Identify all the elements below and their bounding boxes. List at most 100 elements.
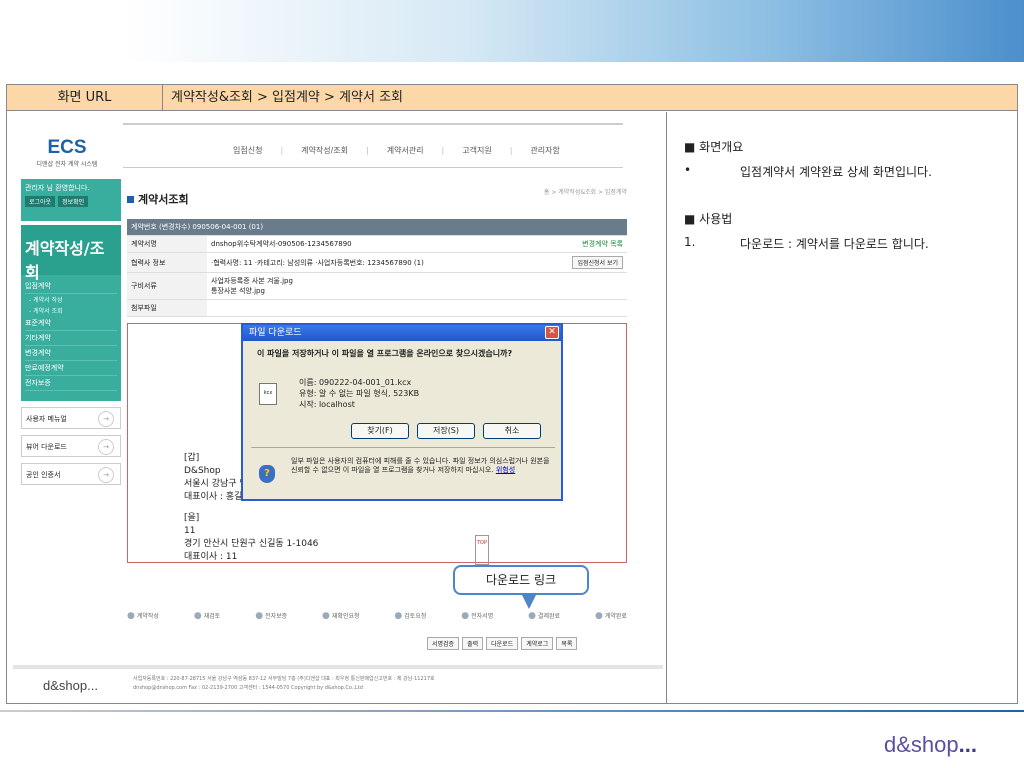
- row-label: 구비서류: [127, 272, 207, 300]
- bullet: •: [684, 163, 692, 177]
- nav-item-contract[interactable]: 계약작성/조회: [301, 145, 369, 156]
- step-item: 전자보증: [255, 611, 287, 621]
- footer-logo: d&shop...: [43, 678, 98, 693]
- file-meta: 이름: 090222-04-001_01.kcx 유형: 알 수 없는 파일 형…: [299, 377, 419, 410]
- view-application-button[interactable]: 입점신청서 보기: [572, 256, 623, 269]
- top-label: TOP: [476, 540, 487, 546]
- party-label: [을]: [184, 513, 200, 523]
- file-icon: kcx: [259, 383, 277, 405]
- cancel-button[interactable]: 취소: [483, 423, 541, 439]
- viewer-download-link[interactable]: 뷰어 다운로드 →: [21, 435, 121, 457]
- nav-item-support[interactable]: 고객지원: [462, 145, 512, 156]
- row-value: [207, 299, 627, 317]
- url-breadcrumb: 계약작성&조회 > 입점계약 > 계약서 조회: [171, 90, 403, 105]
- overview-text: 입점계약서 계약완료 상세 화면입니다.: [740, 165, 932, 179]
- step-item: 전자서명: [461, 611, 493, 621]
- download-callout: 다운로드 링크: [453, 565, 589, 595]
- download-button[interactable]: 다운로드: [486, 637, 519, 650]
- arrow-icon: →: [98, 411, 114, 427]
- screen-panel: ECS 디앤샵 전자 계약 시스템 입점신청 계약작성/조회 계약서관리 고객지…: [7, 112, 667, 704]
- spec-frame: 화면 URL 계약작성&조회 > 입점계약 > 계약서 조회 ECS 디앤샵 전…: [6, 84, 1018, 704]
- party-ceo: 대표이사 : 11: [184, 552, 238, 562]
- arrow-icon: →: [98, 467, 114, 483]
- viewer-label: 뷰어 다운로드: [26, 443, 67, 451]
- save-button[interactable]: 저장(S): [417, 423, 475, 439]
- sidebar-title: 계약작성/조회: [21, 225, 121, 282]
- brand-logo: d&shop...: [884, 732, 977, 757]
- dialog-title: 파일 다운로드: [249, 328, 302, 338]
- risk-link[interactable]: 위험성: [496, 466, 515, 474]
- sidebar-item-expiring[interactable]: 만료예정계약: [25, 361, 117, 376]
- sidebar-item-store[interactable]: 입점계약: [25, 279, 117, 294]
- bottom-divider: [0, 710, 1024, 712]
- dialog-question: 이 파일을 저장하거나 이 파일을 열 프로그램을 온라인으로 찾으시겠습니까?: [257, 349, 513, 358]
- divider: [123, 167, 623, 168]
- table-row: 계약서명 dnshop위수탁계약서-090506-1234567890 변경계약…: [127, 235, 627, 253]
- progress-steps: 계약작성 재검토 전자보증 재확인요청 검토요청 전자서명 결제완료 계약완료: [127, 611, 627, 621]
- step-item: 재확인요청: [322, 611, 360, 621]
- footer-line: 사업자등록번호 : 220-87-28715 서울 강남구 역삼동 837-12…: [133, 676, 435, 682]
- footer-line: dnshop@dnshop.com Fax : 02-2139-2700 고객센…: [133, 685, 363, 691]
- step-item: 검토요청: [394, 611, 426, 621]
- row-value: ·협력사명: 11 ·카테고리: 남성의류 ·사업자등록번호: 12345678…: [207, 252, 539, 273]
- close-icon[interactable]: ✕: [545, 326, 559, 339]
- sidebar-item-other[interactable]: 기타계약: [25, 331, 117, 346]
- step-item: 계약작성: [127, 611, 159, 621]
- sidebar-item-view[interactable]: - 계약서 조회: [25, 305, 117, 316]
- overview-title: ■ 화면개요: [684, 140, 744, 154]
- sidebar-item-standard[interactable]: 표준계약: [25, 316, 117, 331]
- top-banner: [0, 0, 1024, 62]
- step-item: 계약완료: [595, 611, 627, 621]
- nav-item-admin[interactable]: 관리자함: [530, 145, 559, 156]
- row-label: 첨부파일: [127, 299, 207, 317]
- manual-label: 사용자 메뉴얼: [26, 415, 67, 423]
- global-nav: 입점신청 계약작성/조회 계약서관리 고객지원 관리자함: [233, 145, 560, 156]
- file-source: 시작: localhost: [299, 400, 355, 409]
- list-button[interactable]: 목록: [556, 637, 578, 650]
- login-box: 관리자 님 환영합니다. 로그아웃 정보확인: [21, 179, 121, 221]
- contract-info-table: 계약번호 (변경차수) 090506-04-001 (01) 계약서명 dnsh…: [127, 219, 627, 317]
- party-name: 11: [184, 526, 196, 536]
- print-button[interactable]: 출력: [462, 637, 484, 650]
- info-button[interactable]: 정보확인: [58, 196, 89, 207]
- row-label: 계약서명: [127, 235, 207, 253]
- nav-item-apply[interactable]: 입점신청: [233, 145, 283, 156]
- row-label: 협력사 정보: [127, 252, 207, 273]
- contract-log-button[interactable]: 계약로그: [521, 637, 554, 650]
- title-bullet-icon: [127, 195, 134, 203]
- brand-text: d&shop: [884, 732, 959, 757]
- table-row: 첨부파일: [127, 299, 627, 317]
- nav-item-manage[interactable]: 계약서관리: [387, 145, 445, 156]
- sidebar-item-write[interactable]: - 계약서 작성: [25, 294, 117, 305]
- ecs-logo[interactable]: ECS 디앤샵 전자 계약 시스템: [27, 137, 107, 168]
- document-file-link[interactable]: 사업자등록증 사본 겨울.jpg: [211, 276, 623, 286]
- party-address: 경기 안산시 단원구 신길동 1-1046: [184, 539, 319, 549]
- table-row: 구비서류 사업자등록증 사본 겨울.jpg 통장사본 석양.jpg: [127, 272, 627, 300]
- app-screenshot: ECS 디앤샵 전자 계약 시스템 입점신청 계약작성/조회 계약서관리 고객지…: [13, 117, 663, 697]
- sidebar: 관리자 님 환영합니다. 로그아웃 정보확인 계약작성/조회 입점계약 - 계약…: [21, 179, 121, 485]
- footer-text: 사업자등록번호 : 220-87-28715 서울 강남구 역삼동 837-12…: [133, 675, 435, 693]
- sidebar-menu: 입점계약 - 계약서 작성 - 계약서 조회 표준계약 기타계약 변경계약 만료…: [21, 275, 121, 401]
- overview-item: • 입점계약서 계약완료 상세 화면입니다.: [684, 163, 1017, 180]
- manual-link[interactable]: 사용자 메뉴얼 →: [21, 407, 121, 429]
- change-list-link[interactable]: 변경계약 목록: [582, 240, 623, 248]
- verify-signature-button[interactable]: 서명검증: [427, 637, 460, 650]
- scroll-top-button[interactable]: TOP: [475, 535, 489, 565]
- sidebar-item-change[interactable]: 변경계약: [25, 346, 117, 361]
- logo-text: ECS: [47, 137, 87, 158]
- logo-subtext: 디앤샵 전자 계약 시스템: [36, 161, 98, 168]
- logout-button[interactable]: 로그아웃: [25, 196, 56, 207]
- document-file-link[interactable]: 통장사본 석양.jpg: [211, 286, 623, 296]
- arrow-icon: →: [98, 439, 114, 455]
- file-download-dialog: 파일 다운로드 ✕ 이 파일을 저장하거나 이 파일을 열 프로그램을 온라인으…: [241, 323, 563, 501]
- sidebar-item-guarantee[interactable]: 전자보증: [25, 376, 117, 391]
- app-footer: d&shop... 사업자등록번호 : 220-87-28715 서울 강남구 …: [13, 665, 663, 695]
- certificate-link[interactable]: 공인 인증서 →: [21, 463, 121, 485]
- certificate-label: 공인 인증서: [26, 471, 61, 479]
- usage-text: 다운로드 : 계약서를 다운로드 합니다.: [740, 237, 929, 251]
- find-button[interactable]: 찾기(F): [351, 423, 409, 439]
- page-title-text: 계약서조회: [138, 193, 189, 206]
- item-number: 1.: [684, 235, 696, 249]
- divider: [123, 123, 623, 125]
- dialog-warning: 일부 파일은 사용자의 컴퓨터에 피해를 줄 수 있습니다. 파일 정보가 의심…: [291, 457, 553, 475]
